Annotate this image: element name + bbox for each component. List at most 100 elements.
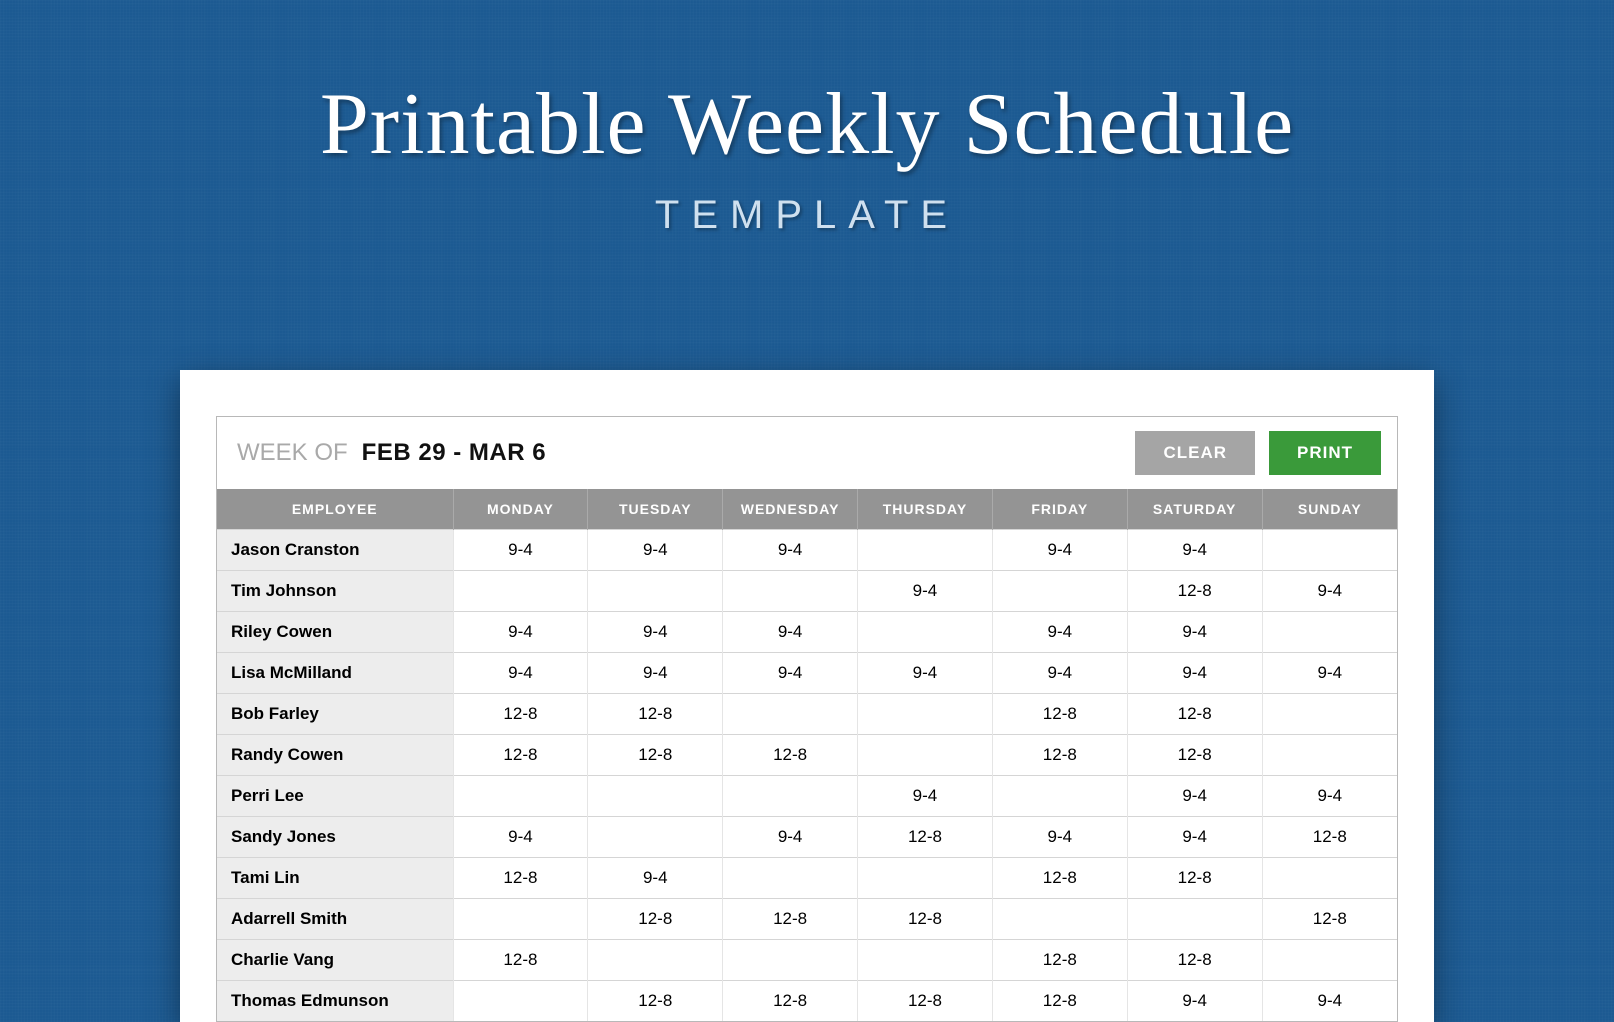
shift-cell xyxy=(453,571,588,612)
col-friday: FRIDAY xyxy=(992,489,1127,530)
shift-cell: 9-4 xyxy=(858,571,993,612)
employee-name-cell: Perri Lee xyxy=(217,776,453,817)
hero-subtitle: TEMPLATE xyxy=(0,193,1614,238)
shift-cell: 9-4 xyxy=(723,653,858,694)
shift-cell: 9-4 xyxy=(1262,981,1397,1022)
shift-cell: 12-8 xyxy=(858,899,993,940)
shift-cell: 9-4 xyxy=(723,817,858,858)
employee-name-cell: Adarrell Smith xyxy=(217,899,453,940)
shift-cell: 9-4 xyxy=(1127,981,1262,1022)
col-wednesday: WEDNESDAY xyxy=(723,489,858,530)
hero-title: Printable Weekly Schedule xyxy=(0,74,1614,175)
employee-name-cell: Tim Johnson xyxy=(217,571,453,612)
shift-cell xyxy=(588,571,723,612)
shift-cell: 12-8 xyxy=(1127,858,1262,899)
col-employee: EMPLOYEE xyxy=(217,489,453,530)
shift-cell: 9-4 xyxy=(588,530,723,571)
employee-name-cell: Lisa McMilland xyxy=(217,653,453,694)
shift-cell xyxy=(1262,530,1397,571)
shift-cell xyxy=(858,530,993,571)
shift-cell: 12-8 xyxy=(1262,817,1397,858)
shift-cell xyxy=(588,776,723,817)
table-row: Tim Johnson9-412-89-4 xyxy=(217,571,1397,612)
shift-cell: 12-8 xyxy=(858,981,993,1022)
shift-cell: 12-8 xyxy=(453,940,588,981)
week-range: FEB 29 - MAR 6 xyxy=(362,439,1122,467)
shift-cell: 12-8 xyxy=(992,858,1127,899)
shift-cell: 12-8 xyxy=(992,940,1127,981)
shift-cell: 12-8 xyxy=(453,694,588,735)
shift-cell xyxy=(992,899,1127,940)
table-row: Bob Farley12-812-812-812-8 xyxy=(217,694,1397,735)
employee-name-cell: Jason Cranston xyxy=(217,530,453,571)
employee-name-cell: Sandy Jones xyxy=(217,817,453,858)
shift-cell xyxy=(453,899,588,940)
shift-cell xyxy=(992,571,1127,612)
shift-cell: 12-8 xyxy=(992,694,1127,735)
shift-cell: 9-4 xyxy=(1127,776,1262,817)
table-row: Sandy Jones9-49-412-89-49-412-8 xyxy=(217,817,1397,858)
shift-cell: 9-4 xyxy=(992,817,1127,858)
shift-cell: 12-8 xyxy=(723,981,858,1022)
col-thursday: THURSDAY xyxy=(858,489,993,530)
shift-cell: 9-4 xyxy=(1127,653,1262,694)
shift-cell: 12-8 xyxy=(588,694,723,735)
table-row: Thomas Edmunson12-812-812-812-89-49-4 xyxy=(217,981,1397,1022)
col-monday: MONDAY xyxy=(453,489,588,530)
shift-cell: 9-4 xyxy=(723,530,858,571)
employee-name-cell: Tami Lin xyxy=(217,858,453,899)
sheet-inner: WEEK OF FEB 29 - MAR 6 CLEAR PRINT EMPLO… xyxy=(216,416,1398,1022)
shift-cell xyxy=(723,694,858,735)
shift-cell: 9-4 xyxy=(453,612,588,653)
shift-cell: 9-4 xyxy=(1127,530,1262,571)
shift-cell: 12-8 xyxy=(992,981,1127,1022)
shift-cell: 9-4 xyxy=(858,653,993,694)
shift-cell xyxy=(1262,858,1397,899)
shift-cell: 9-4 xyxy=(858,776,993,817)
table-row: Jason Cranston9-49-49-49-49-4 xyxy=(217,530,1397,571)
shift-cell xyxy=(723,858,858,899)
shift-cell xyxy=(992,776,1127,817)
shift-cell: 9-4 xyxy=(1127,817,1262,858)
shift-cell xyxy=(858,735,993,776)
employee-name-cell: Riley Cowen xyxy=(217,612,453,653)
table-row: Riley Cowen9-49-49-49-49-4 xyxy=(217,612,1397,653)
employee-name-cell: Thomas Edmunson xyxy=(217,981,453,1022)
shift-cell: 9-4 xyxy=(588,612,723,653)
shift-cell: 9-4 xyxy=(453,817,588,858)
clear-button[interactable]: CLEAR xyxy=(1135,431,1255,475)
shift-cell xyxy=(723,571,858,612)
schedule-sheet: WEEK OF FEB 29 - MAR 6 CLEAR PRINT EMPLO… xyxy=(180,370,1434,1022)
shift-cell xyxy=(588,940,723,981)
shift-cell: 12-8 xyxy=(588,735,723,776)
col-sunday: SUNDAY xyxy=(1262,489,1397,530)
week-of-label: WEEK OF xyxy=(237,439,348,467)
shift-cell: 12-8 xyxy=(992,735,1127,776)
toolbar: WEEK OF FEB 29 - MAR 6 CLEAR PRINT xyxy=(217,417,1397,489)
shift-cell: 12-8 xyxy=(1127,735,1262,776)
schedule-table: EMPLOYEE MONDAY TUESDAY WEDNESDAY THURSD… xyxy=(217,489,1397,1021)
shift-cell: 9-4 xyxy=(723,612,858,653)
shift-cell xyxy=(723,776,858,817)
shift-cell: 9-4 xyxy=(1127,612,1262,653)
shift-cell: 12-8 xyxy=(1127,694,1262,735)
shift-cell: 9-4 xyxy=(992,612,1127,653)
shift-cell: 9-4 xyxy=(453,653,588,694)
table-row: Lisa McMilland9-49-49-49-49-49-49-4 xyxy=(217,653,1397,694)
print-button[interactable]: PRINT xyxy=(1269,431,1381,475)
shift-cell: 12-8 xyxy=(723,899,858,940)
shift-cell: 12-8 xyxy=(453,735,588,776)
shift-cell xyxy=(1262,940,1397,981)
employee-name-cell: Randy Cowen xyxy=(217,735,453,776)
shift-cell: 9-4 xyxy=(588,858,723,899)
shift-cell: 9-4 xyxy=(1262,653,1397,694)
table-row: Adarrell Smith12-812-812-812-8 xyxy=(217,899,1397,940)
shift-cell: 12-8 xyxy=(453,858,588,899)
shift-cell xyxy=(1262,612,1397,653)
employee-name-cell: Bob Farley xyxy=(217,694,453,735)
table-row: Perri Lee9-49-49-4 xyxy=(217,776,1397,817)
shift-cell: 12-8 xyxy=(588,899,723,940)
shift-cell xyxy=(1262,735,1397,776)
shift-cell xyxy=(1262,694,1397,735)
shift-cell xyxy=(1127,899,1262,940)
